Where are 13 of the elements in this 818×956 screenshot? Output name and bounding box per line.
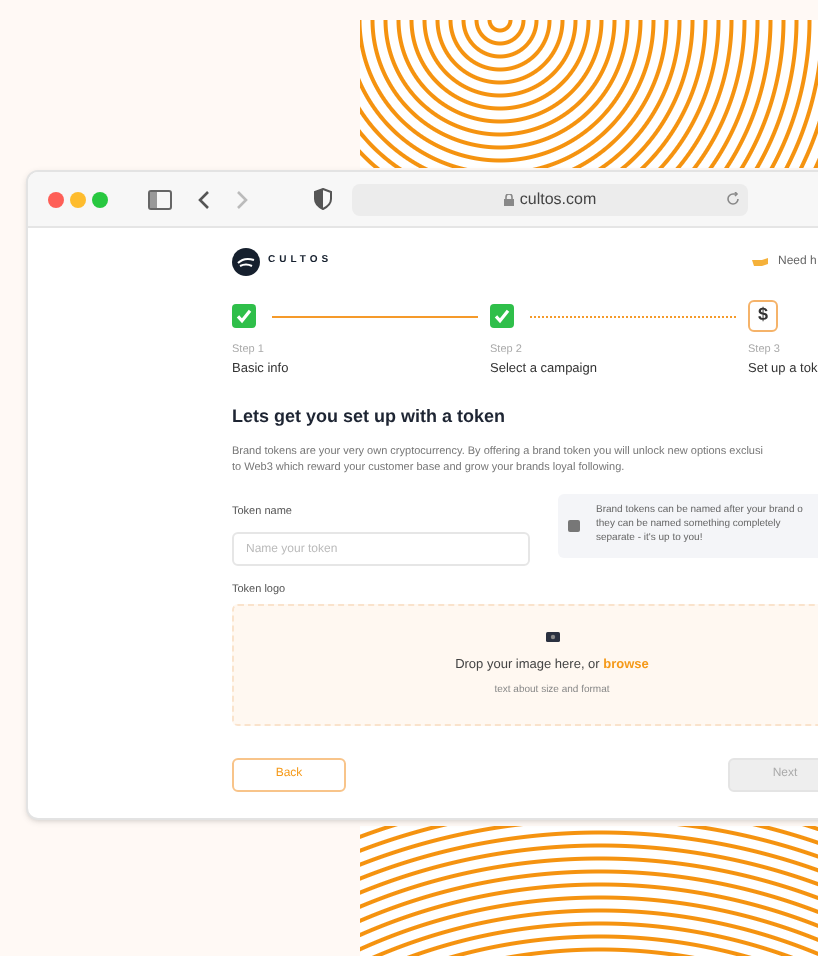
- page-heading: Lets get you set up with a token: [232, 404, 508, 430]
- info-icon: [568, 519, 580, 531]
- shield-icon[interactable]: [314, 188, 332, 210]
- reload-icon[interactable]: [726, 192, 740, 206]
- url-text: cultos.com: [519, 187, 597, 211]
- sidebar-icon[interactable]: [148, 189, 172, 209]
- address-bar[interactable]: cultos.com: [352, 183, 748, 215]
- logo-icon: [232, 248, 260, 276]
- lock-icon: [503, 193, 514, 205]
- back-icon[interactable]: [198, 189, 210, 209]
- dollar-step-icon: $: [748, 300, 778, 332]
- camera-icon: [545, 631, 559, 642]
- forward-icon[interactable]: [236, 189, 248, 209]
